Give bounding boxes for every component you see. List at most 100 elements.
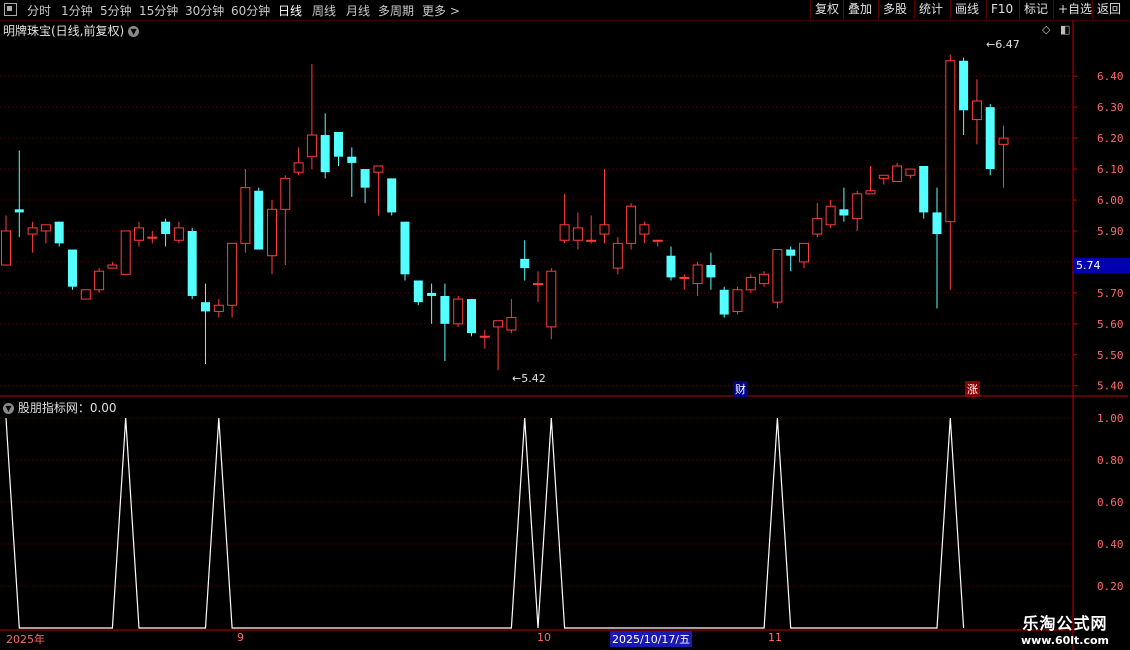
candle-body (413, 280, 423, 303)
candle-body (227, 242, 238, 306)
candle-body (706, 265, 716, 278)
candle-body (533, 283, 543, 286)
candle-body (546, 270, 557, 328)
candle-body (493, 320, 504, 328)
price-tick-label: 6.10 (1097, 163, 1124, 176)
candle-body (94, 270, 105, 291)
candle-body (679, 276, 690, 279)
low-arrow-icon: ← (512, 372, 522, 385)
high-value: 6.47 (995, 38, 1020, 51)
candle-body (998, 137, 1009, 145)
candle-body (240, 187, 251, 244)
watermark-line2: www.60lt.com (1020, 634, 1110, 647)
finance-tag[interactable]: 财 (733, 381, 748, 397)
candle-body (732, 289, 743, 312)
candle-body (572, 227, 583, 241)
candle-body (919, 165, 929, 213)
low-annotation: ←5.42 (512, 372, 546, 385)
date-label: 9 (237, 631, 244, 644)
candle-body (666, 255, 676, 278)
candle-body (719, 289, 729, 315)
candle-body (187, 230, 197, 296)
candle-body (759, 273, 770, 285)
candle-body (27, 227, 38, 235)
candle-body (839, 209, 849, 216)
price-tick-label: 5.90 (1097, 225, 1124, 238)
candle-body (68, 249, 77, 287)
indicator-tick-label: 0.40 (1097, 538, 1124, 551)
high-annotation: ←6.47 (986, 38, 1020, 51)
candle-body (334, 131, 343, 157)
price-tick-label: 5.70 (1097, 287, 1124, 300)
indicator-tick-label: 0.20 (1097, 580, 1124, 593)
candle-body (812, 218, 823, 235)
candle-body (985, 107, 995, 170)
candle-body (40, 224, 51, 232)
candle-body (173, 227, 184, 241)
price-tick-label: 5.40 (1097, 380, 1124, 393)
candle-body (971, 100, 982, 121)
price-tick-label: 6.30 (1097, 101, 1124, 114)
candle-body (387, 178, 397, 213)
limit-up-tag[interactable]: 涨 (965, 381, 980, 397)
indicator-tick-label: 1.00 (1097, 412, 1124, 425)
candle-body (865, 190, 876, 195)
candle-body (453, 298, 464, 325)
indicator-tick-label: 0.80 (1097, 454, 1124, 467)
candle-body (1, 230, 11, 266)
date-label: 11 (768, 631, 782, 644)
candle-body (373, 165, 384, 173)
candle-body (467, 299, 476, 334)
candle-body (612, 242, 623, 269)
candle-body (626, 205, 637, 244)
candle-body (506, 317, 517, 331)
low-value: 5.42 (521, 372, 546, 385)
price-tick-label: 6.20 (1097, 132, 1124, 145)
candle-body (586, 239, 597, 242)
current-price-tag: 5.74 (1073, 258, 1130, 273)
indicator-tick-label: 0.60 (1097, 496, 1124, 509)
candle-body (213, 304, 224, 312)
candle-body (120, 230, 131, 275)
candle-body (479, 335, 490, 338)
candle-body (254, 190, 264, 250)
candle-body (306, 134, 317, 158)
candle-body (14, 209, 24, 213)
indicator-line (5, 417, 965, 629)
price-tick-label: 5.60 (1097, 318, 1124, 331)
candle-body (267, 208, 277, 257)
candle-body (440, 295, 450, 324)
candle-body (280, 177, 291, 210)
candle-body (427, 292, 437, 296)
candle-body (959, 60, 969, 111)
high-arrow-icon: ← (986, 38, 996, 51)
candle-body (786, 249, 796, 256)
candle-body (320, 135, 330, 173)
date-label: 2025年 (6, 633, 45, 646)
candle-body (559, 224, 570, 241)
watermark-logo: 乐淘公式网 www.60lt.com (1000, 610, 1130, 647)
candle-body (799, 242, 809, 263)
date-label: 10 (537, 631, 551, 644)
candle-body (825, 205, 836, 226)
candle-body (852, 193, 863, 220)
candle-body (599, 224, 610, 235)
candle-body (652, 239, 663, 242)
candle-body (892, 165, 903, 182)
candle-body (201, 302, 210, 312)
date-cursor-label: 2025/10/17/五 (610, 631, 693, 647)
candle-body (905, 168, 916, 176)
chart-canvas[interactable]: 6.406.306.206.106.005.905.805.705.605.50… (0, 0, 1130, 650)
candle-body (692, 264, 703, 285)
candle-body (107, 264, 118, 269)
candle-body (54, 221, 64, 244)
candle-body (347, 156, 357, 163)
candle-body (293, 162, 304, 173)
candle-body (945, 60, 956, 223)
candle-body (932, 212, 942, 235)
watermark-line1: 乐淘公式网 (1022, 614, 1108, 633)
candle-body (772, 249, 783, 303)
price-tick-label: 5.50 (1097, 349, 1124, 362)
candle-body (745, 276, 756, 291)
price-tick-label: 6.00 (1097, 194, 1124, 207)
